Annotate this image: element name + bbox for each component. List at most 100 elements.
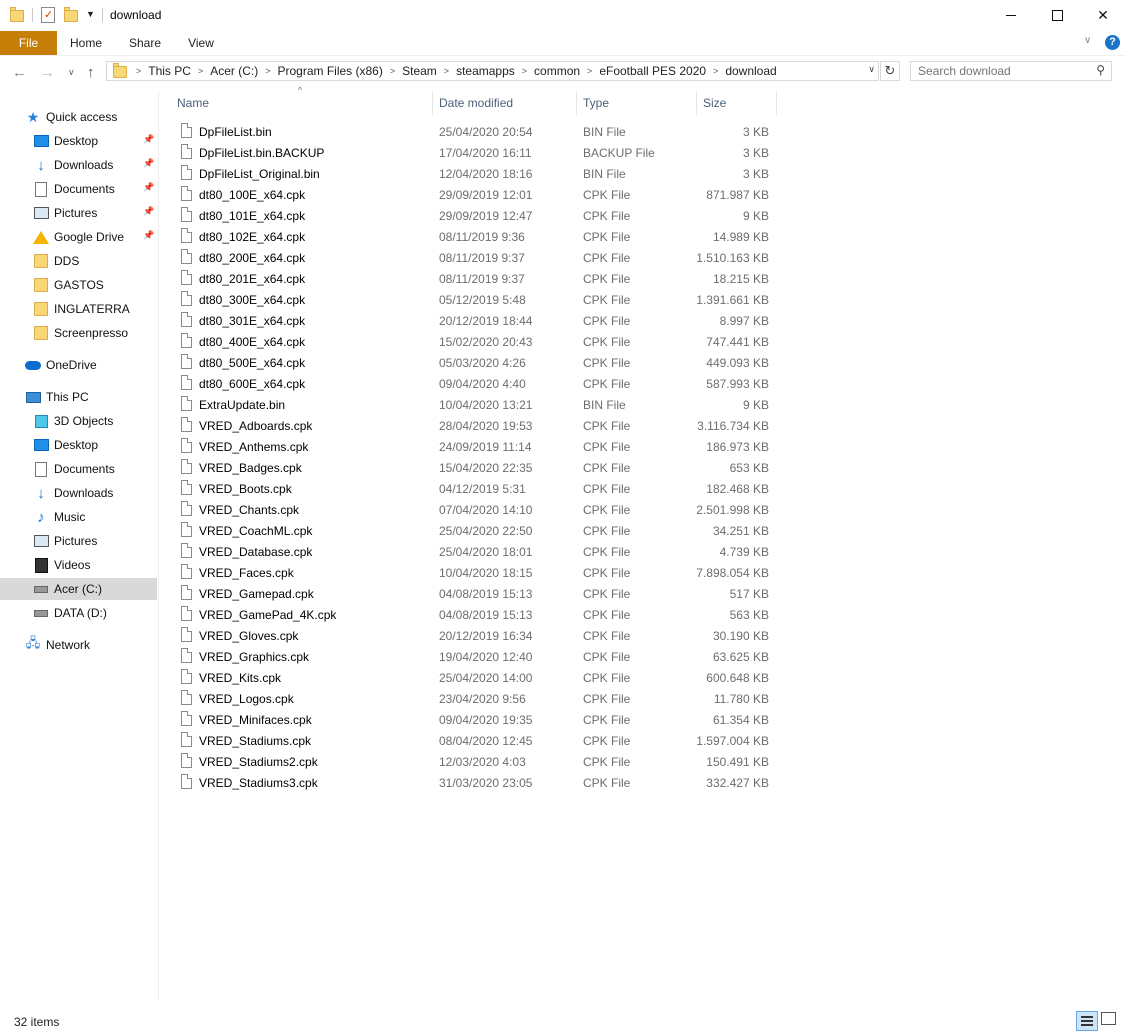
file-row[interactable]: VRED_Badges.cpk 15/04/2020 22:35 CPK File 6… xyxy=(177,457,774,478)
file-row[interactable]: dt80_400E_x64.cpk 15/02/2020 20:43 CPK Fil… xyxy=(177,331,774,352)
sidebar-item-this-pc[interactable]: This PC xyxy=(0,386,157,408)
breadcrumb-steamapps[interactable]: steamapps xyxy=(456,64,515,78)
address-bar[interactable]: > This PC > Acer (C:) > Program Files (x… xyxy=(106,61,879,81)
close-button[interactable]: ✕ xyxy=(1080,0,1125,31)
breadcrumb-chevron-icon[interactable]: > xyxy=(587,66,592,76)
breadcrumb-chevron-icon[interactable]: > xyxy=(713,66,718,76)
sidebar-item-downloads[interactable]: ↓ Downloads xyxy=(0,482,157,504)
breadcrumb-chevron-icon[interactable]: > xyxy=(444,66,449,76)
sidebar-item-documents[interactable]: Documents xyxy=(0,458,157,480)
file-row[interactable]: VRED_Graphics.cpk 19/04/2020 12:40 CPK Fil… xyxy=(177,646,774,667)
file-row[interactable]: dt80_500E_x64.cpk 05/03/2020 4:26 CPK File… xyxy=(177,352,774,373)
file-row[interactable]: dt80_600E_x64.cpk 09/04/2020 4:40 CPK File… xyxy=(177,373,774,394)
breadcrumb-common[interactable]: common xyxy=(534,64,580,78)
breadcrumb-chevron-icon[interactable]: > xyxy=(136,66,141,76)
sidebar-item-inglaterra[interactable]: INGLATERRA xyxy=(0,298,157,320)
breadcrumb-efootball[interactable]: eFootball PES 2020 xyxy=(599,64,706,78)
sidebar-item-google-drive[interactable]: Google Drive 📌 xyxy=(0,226,157,248)
address-dropdown-icon[interactable]: ∨ xyxy=(868,64,875,75)
file-row[interactable]: VRED_Faces.cpk 10/04/2020 18:15 CPK File 7.… xyxy=(177,562,774,583)
tab-file[interactable]: File xyxy=(0,31,57,55)
minimize-button[interactable] xyxy=(988,0,1034,31)
file-row[interactable]: VRED_Boots.cpk 04/12/2019 5:31 CPK File 182… xyxy=(177,478,774,499)
customize-quick-access-icon[interactable]: ▼ xyxy=(86,9,95,19)
search-box[interactable]: ⚲ xyxy=(910,61,1112,81)
breadcrumb-this-pc[interactable]: This PC xyxy=(148,64,191,78)
breadcrumb-program-files[interactable]: Program Files (x86) xyxy=(277,64,382,78)
column-header-size[interactable]: Size xyxy=(703,91,726,115)
column-divider[interactable] xyxy=(432,91,433,115)
file-row[interactable]: VRED_CoachML.cpk 25/04/2020 22:50 CPK File… xyxy=(177,520,774,541)
file-row[interactable]: dt80_300E_x64.cpk 05/12/2019 5:48 CPK File… xyxy=(177,289,774,310)
large-icons-view-icon[interactable] xyxy=(1101,1012,1116,1025)
file-row[interactable]: DpFileList.bin.BACKUP 17/04/2020 16:11 BAC… xyxy=(177,142,774,163)
forward-arrow-icon[interactable]: → xyxy=(40,64,55,81)
column-divider[interactable] xyxy=(776,91,777,115)
sidebar-item-pictures[interactable]: Pictures xyxy=(0,530,157,552)
sidebar-item-documents[interactable]: Documents 📌 xyxy=(0,178,157,200)
up-arrow-icon[interactable]: ↑ xyxy=(87,64,95,81)
file-row[interactable]: DpFileList_Original.bin 12/04/2020 18:16 B… xyxy=(177,163,774,184)
sidebar-item-desktop[interactable]: Desktop 📌 xyxy=(0,130,157,152)
tab-share[interactable]: Share xyxy=(118,31,172,55)
column-header-name[interactable]: Name xyxy=(177,91,209,115)
folder-icon[interactable] xyxy=(10,7,24,23)
file-row[interactable]: dt80_301E_x64.cpk 20/12/2019 18:44 CPK Fil… xyxy=(177,310,774,331)
file-row[interactable]: dt80_100E_x64.cpk 29/09/2019 12:01 CPK Fil… xyxy=(177,184,774,205)
file-row[interactable]: VRED_Stadiums3.cpk 31/03/2020 23:05 CPK Fi… xyxy=(177,772,774,793)
file-row[interactable]: DpFileList.bin 25/04/2020 20:54 BIN File 3 … xyxy=(177,121,774,142)
breadcrumb-chevron-icon[interactable]: > xyxy=(198,66,203,76)
sidebar-item-data-d[interactable]: DATA (D:) xyxy=(0,602,157,624)
sidebar-item-videos[interactable]: Videos xyxy=(0,554,157,576)
file-row[interactable]: ExtraUpdate.bin 10/04/2020 13:21 BIN File 9… xyxy=(177,394,774,415)
maximize-button[interactable] xyxy=(1034,0,1080,31)
sidebar-item-network[interactable]: 🖧 Network xyxy=(0,634,157,656)
column-divider[interactable] xyxy=(696,91,697,115)
sidebar-item-acer-c[interactable]: Acer (C:) xyxy=(0,578,157,600)
tab-home[interactable]: Home xyxy=(60,31,112,55)
column-header-type[interactable]: Type xyxy=(583,91,609,115)
file-row[interactable]: VRED_Logos.cpk 23/04/2020 9:56 CPK File 11.… xyxy=(177,688,774,709)
file-row[interactable]: VRED_Adboards.cpk 28/04/2020 19:53 CPK Fil… xyxy=(177,415,774,436)
column-divider[interactable] xyxy=(576,91,577,115)
file-row[interactable]: VRED_Chants.cpk 07/04/2020 14:10 CPK File 2… xyxy=(177,499,774,520)
expand-ribbon-icon[interactable]: ∨ xyxy=(1084,35,1091,46)
sidebar-item-onedrive[interactable]: OneDrive xyxy=(0,354,157,376)
back-arrow-icon[interactable]: ← xyxy=(12,64,27,81)
file-row[interactable]: VRED_Minifaces.cpk 09/04/2020 19:35 CPK Fi… xyxy=(177,709,774,730)
file-row[interactable]: VRED_Gamepad.cpk 04/08/2019 15:13 CPK File… xyxy=(177,583,774,604)
search-input[interactable] xyxy=(911,62,1088,80)
sidebar-item-pictures[interactable]: Pictures 📌 xyxy=(0,202,157,224)
file-row[interactable]: VRED_Kits.cpk 25/04/2020 14:00 CPK File 600… xyxy=(177,667,774,688)
properties-icon[interactable]: ✓ xyxy=(41,7,55,23)
recent-locations-icon[interactable]: ∨ xyxy=(68,67,75,78)
sidebar-item-downloads[interactable]: ↓ Downloads 📌 xyxy=(0,154,157,176)
file-row[interactable]: dt80_101E_x64.cpk 29/09/2019 12:47 CPK Fil… xyxy=(177,205,774,226)
sidebar-item-quick-access[interactable]: ★ Quick access xyxy=(0,106,157,128)
file-row[interactable]: VRED_Stadiums2.cpk 12/03/2020 4:03 CPK Fil… xyxy=(177,751,774,772)
new-folder-icon[interactable] xyxy=(64,7,78,23)
file-row[interactable]: dt80_201E_x64.cpk 08/11/2019 9:37 CPK File… xyxy=(177,268,774,289)
sidebar-item-desktop[interactable]: Desktop xyxy=(0,434,157,456)
file-row[interactable]: VRED_Gloves.cpk 20/12/2019 16:34 CPK File 3… xyxy=(177,625,774,646)
file-row[interactable]: VRED_Stadiums.cpk 08/04/2020 12:45 CPK Fil… xyxy=(177,730,774,751)
breadcrumb-download[interactable]: download xyxy=(725,64,776,78)
breadcrumb-acer-c[interactable]: Acer (C:) xyxy=(210,64,258,78)
sidebar-item-dds[interactable]: DDS xyxy=(0,250,157,272)
file-row[interactable]: VRED_Anthems.cpk 24/09/2019 11:14 CPK File… xyxy=(177,436,774,457)
file-row[interactable]: VRED_Database.cpk 25/04/2020 18:01 CPK Fil… xyxy=(177,541,774,562)
file-row[interactable]: VRED_GamePad_4K.cpk 04/08/2019 15:13 CPK F… xyxy=(177,604,774,625)
breadcrumb-chevron-icon[interactable]: > xyxy=(265,66,270,76)
sidebar-item-screenpresso[interactable]: Screenpresso xyxy=(0,322,157,344)
file-row[interactable]: dt80_102E_x64.cpk 08/11/2019 9:36 CPK File… xyxy=(177,226,774,247)
breadcrumb-chevron-icon[interactable]: > xyxy=(390,66,395,76)
breadcrumb-chevron-icon[interactable]: > xyxy=(522,66,527,76)
column-header-date[interactable]: Date modified xyxy=(439,91,513,115)
sidebar-item-3d-objects[interactable]: 3D Objects xyxy=(0,410,157,432)
refresh-icon[interactable]: ↻ xyxy=(880,61,900,81)
tab-view[interactable]: View xyxy=(178,31,224,55)
help-icon[interactable]: ? xyxy=(1105,35,1120,50)
breadcrumb-steam[interactable]: Steam xyxy=(402,64,437,78)
details-view-icon[interactable] xyxy=(1076,1011,1098,1031)
sidebar-item-music[interactable]: ♪ Music xyxy=(0,506,157,528)
